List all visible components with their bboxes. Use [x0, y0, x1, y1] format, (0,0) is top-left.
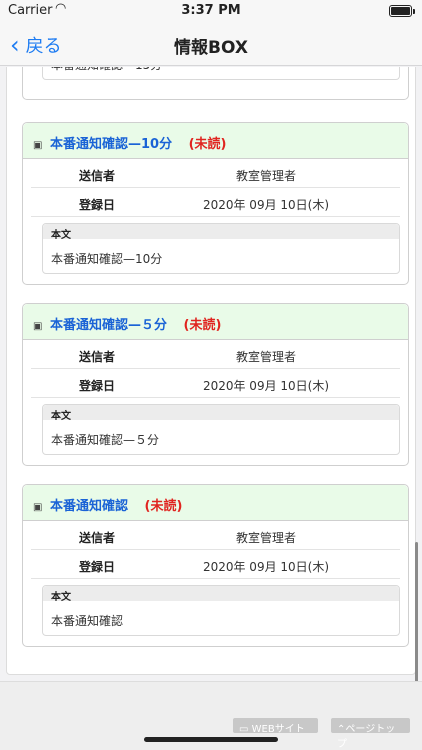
date-row: 登録日 2020年 09月 10日(木) [31, 369, 400, 398]
sender-row: 送信者 教室管理者 [31, 340, 400, 369]
message-body: 本文 本番通知確認—５分 [42, 404, 400, 455]
sender-label: 送信者 [79, 169, 116, 183]
page-top-label: ページトップ [337, 724, 396, 750]
page-top-button[interactable]: ⌃ページトップ [331, 718, 410, 750]
message-header[interactable]: ▣ 本番通知確認 (未読) [23, 485, 408, 521]
monitor-icon: ▭ [239, 724, 252, 735]
date-label: 登録日 [79, 379, 116, 393]
body-label: 本文 [43, 405, 399, 422]
message-card: ▣ 本番通知確認 (未読) 送信者 教室管理者 登録日 2020年 09月 10… [22, 484, 409, 647]
content-scroll[interactable]: 本番通知確認—15分 ▣ 本番通知確認—10分 (未読) 送信者 教室管理者 登… [0, 67, 422, 680]
message-body-text: 本番通知確認 [51, 614, 124, 628]
home-indicator [144, 737, 278, 742]
body-label: 本文 [43, 586, 399, 603]
date-row: 登録日 2020年 09月 10日(木) [31, 188, 400, 217]
message-title: 本番通知確認—10分 [49, 137, 173, 152]
message-body: 本番通知確認—15分 [42, 67, 400, 80]
page-title: 情報BOX [174, 38, 248, 58]
status-bar: Carrier ◠ 3:37 PM [0, 0, 422, 22]
square-icon: ▣ [33, 321, 43, 332]
date-value: 2020年 09月 10日(木) [202, 560, 330, 574]
message-header[interactable]: ▣ 本番通知確認—５分 (未読) [23, 304, 408, 340]
date-value: 2020年 09月 10日(木) [202, 198, 330, 212]
sender-label: 送信者 [79, 531, 116, 545]
sender-row: 送信者 教室管理者 [31, 159, 400, 188]
web-site-button[interactable]: ▭ WEBサイト [233, 718, 318, 735]
sender-label: 送信者 [79, 350, 116, 364]
content-panel: 本番通知確認—15分 ▣ 本番通知確認—10分 (未読) 送信者 教室管理者 登… [6, 67, 416, 675]
web-site-label: WEBサイト [251, 724, 305, 735]
message-body: 本文 本番通知確認—10分 [42, 223, 400, 274]
unread-badge: (未読) [183, 318, 222, 333]
message-card-partial: 本番通知確認—15分 [22, 67, 409, 100]
square-icon: ▣ [33, 140, 43, 151]
message-title: 本番通知確認 [49, 499, 128, 514]
sender-value: 教室管理者 [235, 350, 296, 364]
message-body-text: 本番通知確認—５分 [51, 433, 160, 447]
square-icon: ▣ [33, 502, 43, 513]
message-header[interactable]: ▣ 本番通知確認—10分 (未読) [23, 123, 408, 159]
date-value: 2020年 09月 10日(木) [202, 379, 330, 393]
unread-badge: (未読) [188, 137, 227, 152]
sender-value: 教室管理者 [235, 531, 296, 545]
sender-value: 教室管理者 [235, 169, 296, 183]
message-body: 本文 本番通知確認 [42, 585, 400, 636]
sender-row: 送信者 教室管理者 [31, 521, 400, 550]
date-row: 登録日 2020年 09月 10日(木) [31, 550, 400, 579]
message-title: 本番通知確認—５分 [49, 318, 167, 333]
status-time: 3:37 PM [181, 3, 241, 18]
message-body-text: 本番通知確認—10分 [51, 252, 163, 266]
body-label: 本文 [43, 224, 399, 241]
navigation-bar: ‹ 戻る 情報BOX [0, 22, 422, 66]
message-body-text: 本番通知確認—15分 [43, 67, 399, 79]
message-card: ▣ 本番通知確認—５分 (未読) 送信者 教室管理者 登録日 2020年 09月… [22, 303, 409, 466]
date-label: 登録日 [79, 560, 116, 574]
message-card: ▣ 本番通知確認—10分 (未読) 送信者 教室管理者 登録日 2020年 09… [22, 122, 409, 285]
unread-badge: (未読) [144, 499, 183, 514]
date-label: 登録日 [79, 198, 116, 212]
battery-icon [389, 5, 415, 17]
